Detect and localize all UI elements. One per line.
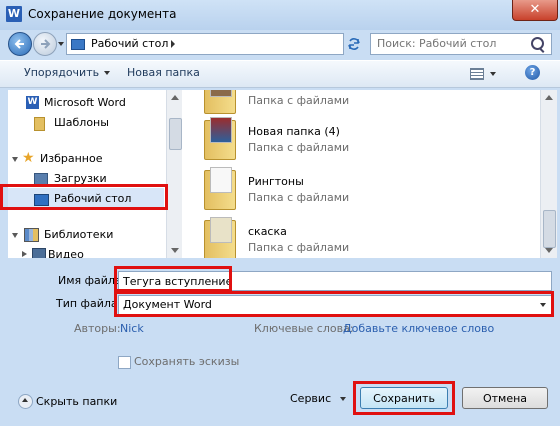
arrow-right-icon [41, 39, 51, 49]
refresh-button[interactable] [344, 34, 364, 54]
save-thumbnails-label[interactable]: Сохранять эскизы [134, 355, 239, 368]
file-item[interactable]: Папка с файлами [182, 90, 522, 118]
libraries-icon [24, 228, 39, 242]
file-list-scrollbar[interactable] [540, 90, 557, 258]
hide-folders-label[interactable]: Скрыть папки [36, 395, 117, 408]
file-name: Новая папка (4) [248, 125, 340, 138]
help-icon[interactable]: ? [525, 65, 540, 80]
tree-item-label: Избранное [40, 152, 103, 165]
close-button[interactable]: ✕ [512, 0, 558, 21]
chevron-right-icon[interactable] [171, 40, 175, 48]
organize-button[interactable]: Упорядочить [24, 66, 111, 79]
navigation-scrollbar[interactable] [166, 90, 183, 258]
file-list: Папка с файлами Новая папка (4) Папка с … [182, 90, 540, 258]
file-type: Папка с файлами [248, 94, 350, 107]
search-icon[interactable] [531, 37, 544, 50]
file-item[interactable]: скаска Папка с файлами [182, 216, 522, 258]
file-item[interactable]: Рингтоны Папка с файлами [182, 166, 522, 214]
chevron-down-icon [104, 71, 111, 75]
scroll-thumb[interactable] [543, 210, 556, 248]
file-name: скаска [248, 225, 287, 238]
scroll-up-icon[interactable] [171, 95, 179, 100]
file-type: Папка с файлами [248, 241, 350, 254]
arrow-left-icon [14, 39, 24, 49]
chevron-up-icon [22, 398, 28, 402]
view-options-icon[interactable] [470, 68, 484, 80]
folder-icon [204, 90, 236, 114]
refresh-icon [348, 38, 360, 50]
address-bar[interactable]: Рабочий стол [66, 33, 405, 55]
folder-icon [204, 167, 236, 210]
folder-icon [204, 117, 236, 160]
highlight-box-save [353, 381, 455, 415]
authors-label: Авторы: [74, 322, 121, 335]
search-input[interactable] [373, 36, 527, 50]
expand-arrow-icon[interactable] [12, 233, 18, 238]
address-path[interactable]: Рабочий стол [91, 37, 168, 50]
filetype-label: Тип файла: [56, 297, 122, 310]
tree-item-label: Видео [48, 248, 84, 258]
hide-folders-toggle[interactable] [18, 394, 33, 409]
navigation-bar: Рабочий стол [0, 30, 560, 58]
file-type: Папка с файлами [248, 191, 350, 204]
keywords-value[interactable]: Добавьте ключевое слово [343, 322, 494, 335]
file-item[interactable]: Новая папка (4) Папка с файлами [182, 116, 522, 164]
save-dialog: W Сохранение документа ✕ Рабочий стол Уп… [0, 0, 560, 426]
tree-item-label: Библиотеки [44, 228, 114, 241]
video-icon [32, 248, 46, 258]
back-button[interactable] [8, 32, 32, 56]
service-button[interactable]: Сервис [290, 392, 331, 405]
expand-arrow-icon[interactable] [12, 157, 18, 162]
scroll-thumb[interactable] [169, 118, 182, 150]
recent-pages-dropdown[interactable] [58, 42, 64, 46]
organize-label: Упорядочить [24, 66, 100, 79]
view-dropdown-icon[interactable] [490, 72, 496, 76]
desktop-icon [71, 39, 85, 50]
folder-icon [204, 217, 236, 258]
save-thumbnails-checkbox[interactable] [118, 356, 131, 369]
scroll-down-icon[interactable] [545, 248, 553, 253]
forward-button[interactable] [33, 32, 57, 56]
file-type: Папка с файлами [248, 141, 350, 154]
star-icon: ★ [22, 150, 35, 166]
new-folder-button[interactable]: Новая папка [127, 66, 200, 79]
word-icon: W [26, 96, 39, 109]
highlight-box-filename [114, 266, 232, 292]
folder-preview [210, 217, 232, 243]
title-bar[interactable]: W Сохранение документа ✕ [0, 0, 560, 30]
navigation-pane: W Microsoft Word Шаблоны ★ Избранное Заг… [8, 90, 166, 258]
highlight-box-desktop [0, 184, 168, 210]
folder-icon [34, 117, 45, 131]
expand-arrow-icon[interactable] [22, 251, 27, 257]
authors-value[interactable]: Nick [120, 322, 144, 335]
window-title: Сохранение документа [28, 7, 177, 21]
cancel-button[interactable]: Отмена [462, 387, 548, 409]
folder-preview [210, 117, 232, 143]
tree-item-label: Microsoft Word [44, 96, 126, 109]
scroll-up-icon[interactable] [545, 95, 553, 100]
keywords-label: Ключевые слова: [254, 322, 354, 335]
word-app-icon: W [6, 6, 22, 22]
folder-preview [210, 167, 232, 193]
scroll-down-icon[interactable] [171, 248, 179, 253]
service-dropdown-icon[interactable] [340, 397, 346, 401]
folder-preview [210, 90, 232, 97]
tree-item-label: Шаблоны [54, 116, 109, 129]
search-box[interactable] [370, 33, 552, 55]
file-name: Рингтоны [248, 175, 304, 188]
highlight-box-filetype [114, 291, 554, 317]
command-bar: Упорядочить Новая папка ? [0, 60, 560, 88]
